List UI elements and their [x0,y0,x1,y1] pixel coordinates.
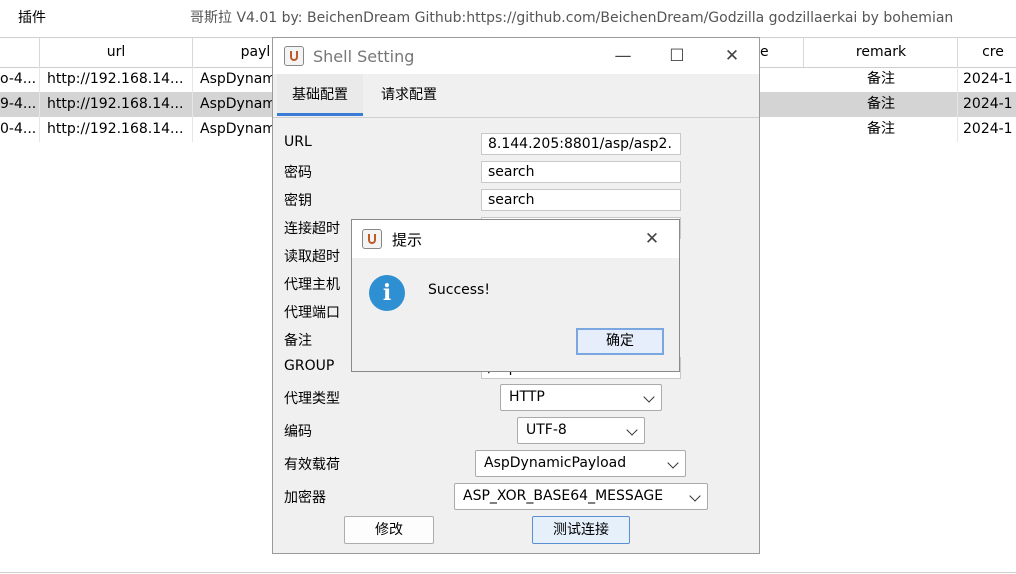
cryption-select[interactable]: ASP_XOR_BASE64_MESSAGE [454,483,708,510]
test-connection-button[interactable]: 测试连接 [532,516,630,544]
cell-remark: 备注 [805,117,958,142]
proxy-type-select[interactable]: HTTP [500,384,662,411]
info-icon: i [369,275,405,311]
conn-timeout-label: 连接超时 [284,221,340,237]
window-titlebar[interactable]: Shell Setting — ☐ ✕ [273,38,759,74]
payload-select[interactable]: AspDynamicPayload [475,450,686,477]
cryption-label: 加密器 [284,490,326,506]
key-input[interactable]: search [481,189,681,211]
cell-remark: 备注 [805,67,958,92]
column-header-url[interactable]: url [40,38,193,67]
status-divider [0,572,1016,573]
ok-button[interactable]: 确定 [576,328,664,355]
cryption-value: ASP_XOR_BASE64_MESSAGE [463,488,664,504]
group-label: GROUP [284,358,335,374]
proxy-port-label: 代理端口 [284,305,340,321]
message-dialog: 提示 ✕ i Success! 确定 [351,219,680,372]
payload-label: 有效载荷 [284,457,340,473]
column-header-remark[interactable]: remark [805,38,958,67]
password-label: 密码 [284,165,312,181]
dialog-title: 提示 [392,231,423,249]
cell-id: 0-4... [0,117,40,142]
payload-value: AspDynamicPayload [484,455,627,471]
dialog-message: Success! [428,282,490,298]
minimize-icon[interactable]: — [611,44,635,68]
password-input[interactable]: search [481,161,681,183]
url-label: URL [284,134,312,150]
encoding-label: 编码 [284,424,312,440]
dialog-titlebar[interactable]: 提示 ✕ [352,220,679,258]
tab-bar: 基础配置 请求配置 [273,74,759,118]
cell-remark: 备注 [805,92,958,117]
read-timeout-label: 读取超时 [284,249,340,265]
window-title: Shell Setting [313,47,415,66]
chevron-down-icon [643,391,655,403]
menu-plugins[interactable]: 插件 [18,7,46,27]
chevron-down-icon [626,424,638,436]
java-icon [284,46,304,66]
java-icon [362,229,382,249]
tab-basic-config[interactable]: 基础配置 [277,74,363,116]
column-header-id[interactable] [0,38,40,67]
cell-create-time: 2024-1 [963,67,1016,92]
close-icon[interactable]: ✕ [720,44,744,68]
app-title: 哥斯拉 V4.01 by: BeichenDream Github:https:… [190,10,954,26]
maximize-icon[interactable]: ☐ [665,44,689,68]
url-input[interactable]: 8.144.205:8801/asp/asp2. [481,133,681,155]
proxy-host-label: 代理主机 [284,277,340,293]
menu-bar: 插件 哥斯拉 V4.01 by: BeichenDream Github:htt… [0,0,1016,34]
proxy-type-label: 代理类型 [284,391,340,407]
cell-create-time: 2024-1 [963,117,1016,142]
tab-request-config[interactable]: 请求配置 [367,74,451,116]
key-label: 密钥 [284,193,312,209]
column-header-create-time[interactable]: cre [958,38,1016,67]
cell-id: o-4... [0,67,40,92]
cell-id: 9-4... [0,92,40,117]
cell-url: http://192.168.14... [47,92,193,117]
encoding-value: UTF-8 [526,422,567,438]
proxy-type-value: HTTP [509,389,545,405]
modify-button[interactable]: 修改 [344,516,434,544]
remark-label: 备注 [284,333,312,349]
close-icon[interactable]: ✕ [640,227,664,251]
cell-url: http://192.168.14... [47,117,193,142]
chevron-down-icon [689,490,701,502]
cell-create-time: 2024-1 [963,92,1016,117]
chevron-down-icon [667,457,679,469]
cell-url: http://192.168.14... [47,67,193,92]
encoding-select[interactable]: UTF-8 [517,417,645,444]
